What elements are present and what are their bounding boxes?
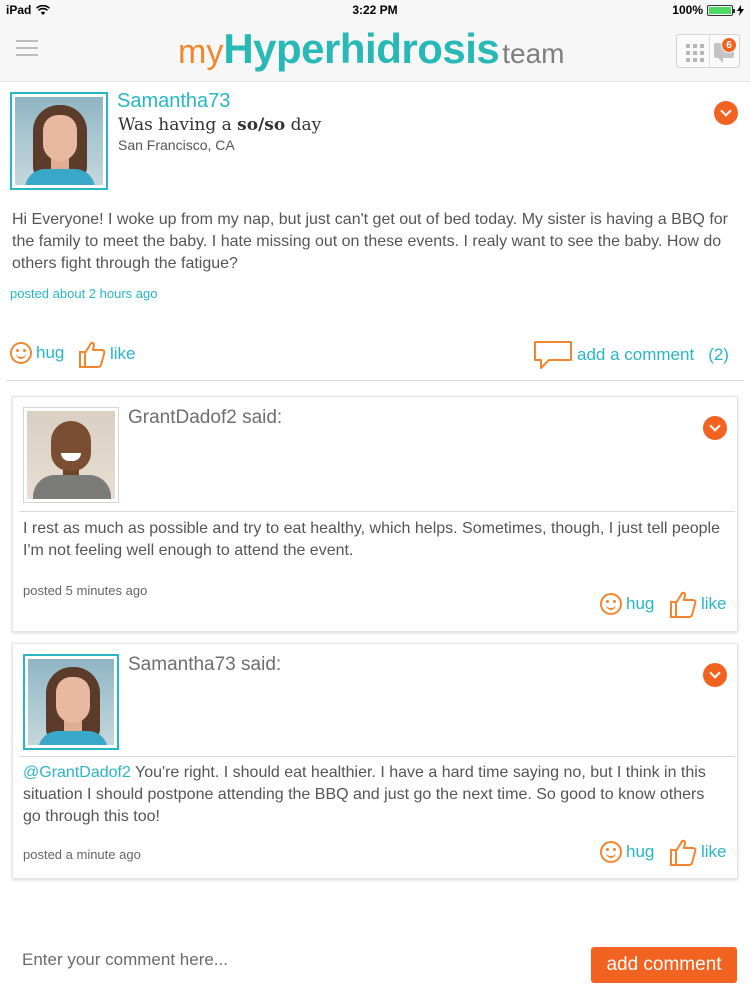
thumbs-up-icon [670,591,697,618]
hug-label: hug [626,594,655,613]
post-mood: Was having a so/so day [118,115,321,135]
comment-card: Samantha73 said: @GrantDadof2 You're rig… [12,643,738,879]
comment-body: @GrantDadof2 You're right. I should eat … [23,762,723,828]
post-divider [6,380,744,381]
app-logo: my Hyperhidrosis team [178,25,565,73]
hug-button[interactable]: hug [600,841,654,863]
app-header: my Hyperhidrosis team 6 [0,20,750,82]
comment-author[interactable]: Samantha73 said: [128,654,281,676]
like-button[interactable]: like [669,589,727,619]
avatar-photo [15,97,103,185]
battery-fill [709,6,731,14]
like-label: like [701,594,727,613]
smiley-icon [600,841,622,863]
comment-timestamp: posted 5 minutes ago [23,583,148,598]
post-avatar[interactable] [10,92,108,190]
clock: 3:22 PM [352,3,398,17]
comment-body: I rest as much as possible and try to ea… [23,520,720,559]
charging-icon [737,4,744,16]
comment-divider [19,511,735,512]
logo-my: my [178,33,224,71]
add-comment-button[interactable]: add comment [591,947,737,983]
comment-options-chevron-icon[interactable] [703,416,727,440]
comment-count: (2) [708,345,729,364]
post-timestamp: posted about 2 hours ago [10,286,158,301]
apps-grid-icon[interactable] [677,35,709,67]
header-actions: 6 [676,34,740,68]
smiley-icon [600,593,622,615]
like-button[interactable]: like [78,339,136,369]
mood-value: so/so [237,115,286,135]
hug-button[interactable]: hug [10,342,64,364]
comment-timestamp: posted a minute ago [23,847,141,862]
post-options-chevron-icon[interactable] [714,101,738,125]
battery-icon [707,4,735,16]
comment-divider [19,756,735,757]
comment-author[interactable]: GrantDadof2 said: [128,407,282,429]
like-label: like [110,344,136,363]
avatar-photo [28,659,114,745]
post-username[interactable]: Samantha73 [117,90,230,113]
add-comment-link[interactable]: add a comment (2) [533,340,729,370]
thumbs-up-icon [670,839,697,866]
add-comment-label: add a comment [577,345,695,364]
hug-label: hug [36,343,65,362]
post-body: Hi Everyone! I woke up from my nap, but … [12,211,728,272]
notifications-button[interactable]: 6 [709,35,739,67]
status-bar: iPad 3:22 PM 100% [0,0,750,20]
hug-button[interactable]: hug [600,593,654,615]
logo-main: Hyperhidrosis [223,25,500,72]
comment-avatar[interactable] [23,407,119,503]
like-label: like [701,842,727,861]
thumbs-up-icon [79,341,106,368]
hamburger-menu-icon[interactable] [16,40,38,56]
comment-avatar[interactable] [23,654,119,750]
smiley-icon [10,342,32,364]
comment-bubble-icon [534,341,572,369]
status-right: 100% [672,3,744,17]
comment-input[interactable] [10,940,570,980]
comment-options-chevron-icon[interactable] [703,663,727,687]
user-mention-link[interactable]: @GrantDadof2 [23,764,131,781]
battery-percent: 100% [672,3,703,17]
post-location: San Francisco, CA [118,137,235,153]
notification-badge: 6 [721,37,737,53]
avatar-photo [27,411,115,499]
mood-prefix: Was having a [118,115,232,135]
mood-suffix: day [290,115,322,135]
hug-label: hug [626,842,655,861]
logo-team: team [502,38,565,69]
comment-card: GrantDadof2 said: I rest as much as poss… [12,396,738,632]
like-button[interactable]: like [669,837,727,867]
